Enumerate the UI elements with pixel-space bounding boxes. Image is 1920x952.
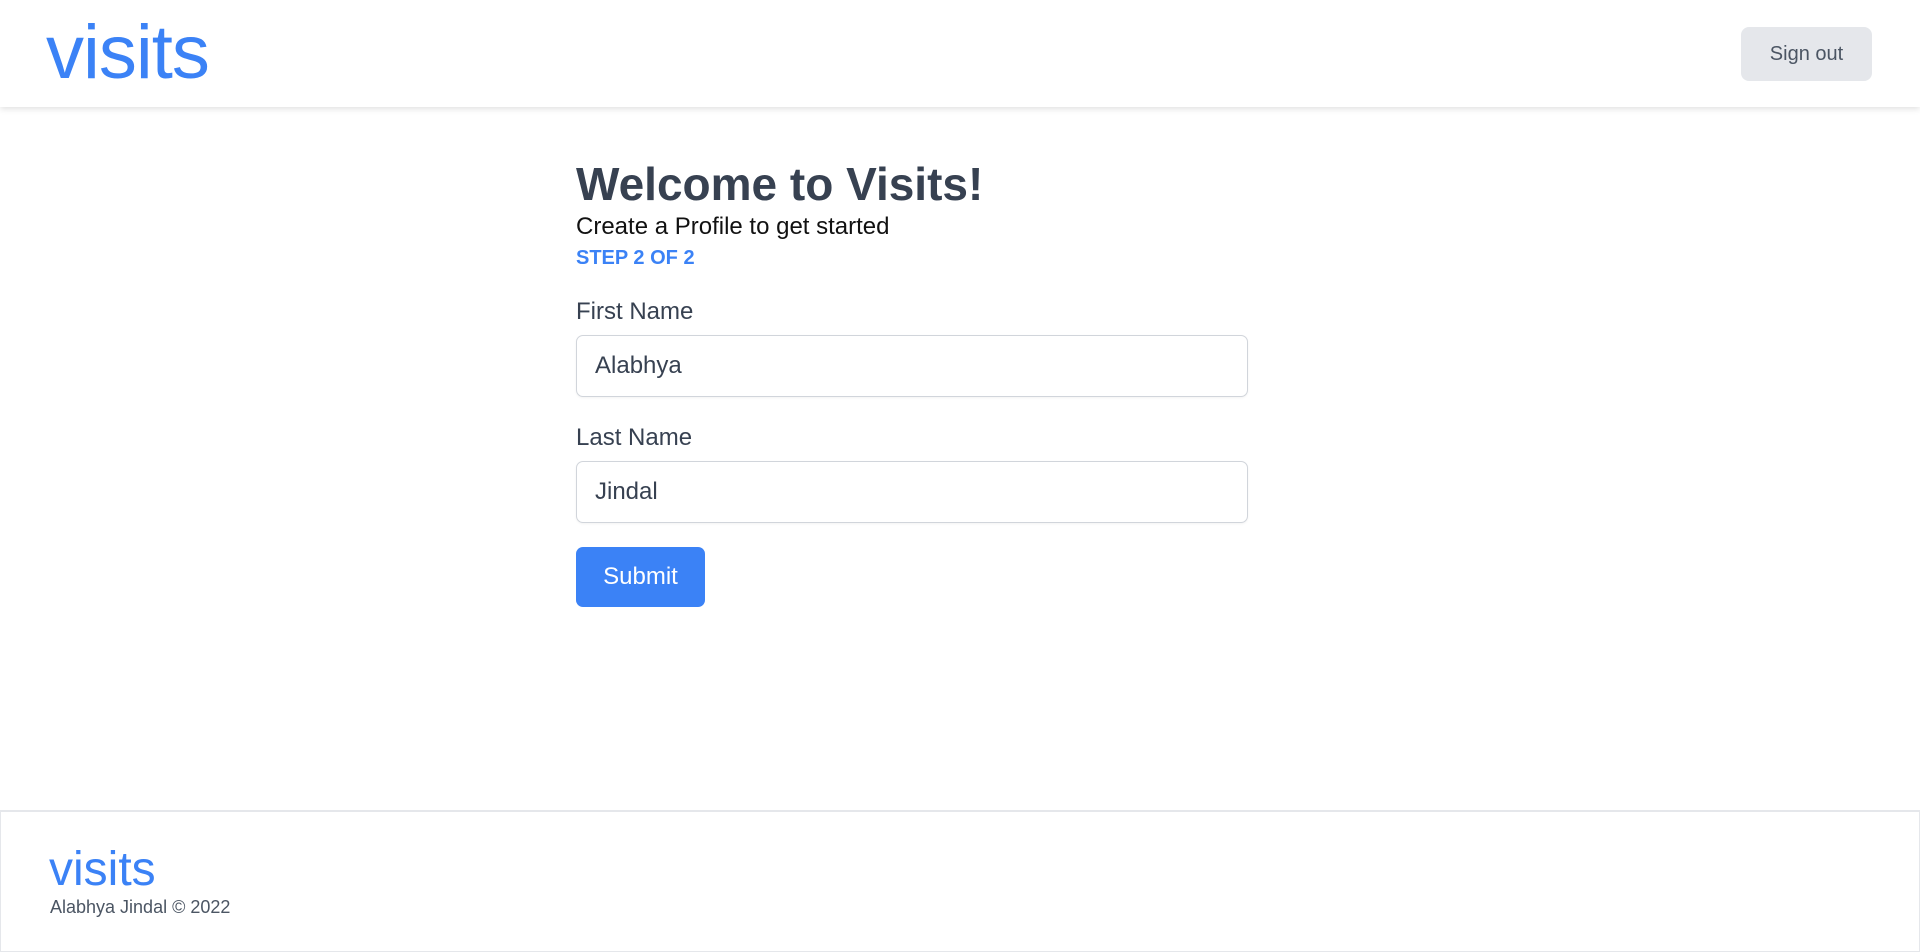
last-name-label: Last Name xyxy=(576,424,693,451)
last-name-input[interactable] xyxy=(576,461,1248,523)
visits-logo[interactable]: visits xyxy=(46,8,210,98)
first-name-label: First Name xyxy=(576,298,694,325)
page-title: Welcome to Visits! xyxy=(576,158,984,210)
submit-button[interactable]: Submit xyxy=(576,547,705,607)
page-footer: visits Alabhya Jindal © 2022 xyxy=(0,810,1920,952)
step-indicator: STEP 2 OF 2 xyxy=(576,247,695,269)
copyright-text: Alabhya Jindal © 2022 xyxy=(50,897,231,917)
footer-logo: visits xyxy=(49,843,156,896)
top-header: visits Sign out xyxy=(0,0,1920,107)
profile-setup-form: Welcome to Visits! Create a Profile to g… xyxy=(576,150,1248,607)
first-name-input[interactable] xyxy=(576,335,1248,397)
sign-out-button[interactable]: Sign out xyxy=(1741,27,1872,81)
